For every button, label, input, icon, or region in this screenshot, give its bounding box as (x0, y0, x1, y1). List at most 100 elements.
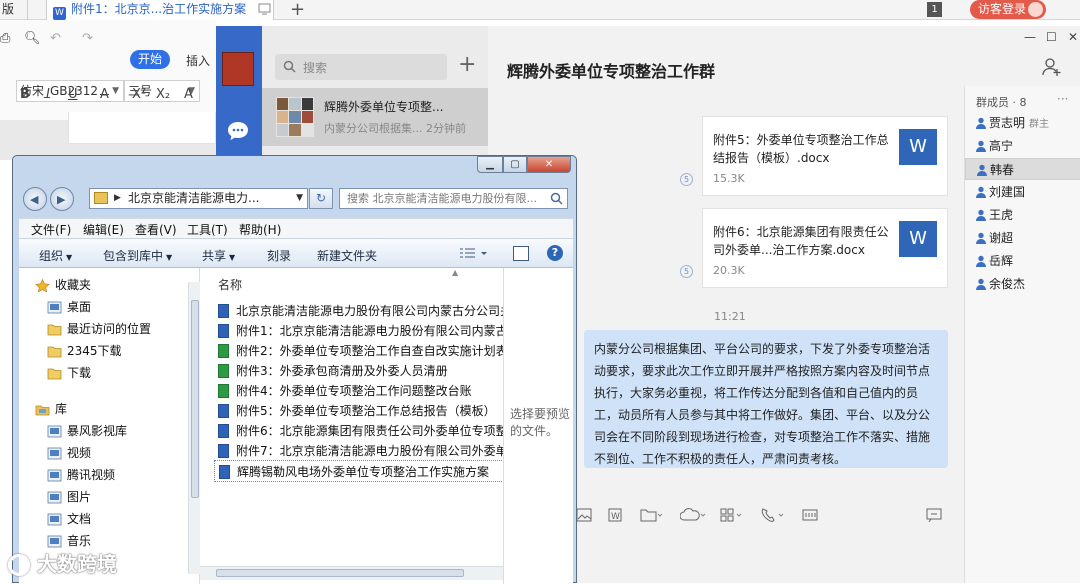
add-chat-plus-icon[interactable]: + (458, 54, 476, 76)
print-icon[interactable]: ⎙ (0, 31, 10, 46)
menu-tools[interactable]: 工具(T) (187, 221, 228, 238)
superscript-icon[interactable]: X² (132, 87, 146, 102)
subscript-icon[interactable]: X₂ (156, 87, 170, 102)
nav-item[interactable]: 桌面 (19, 296, 189, 318)
apps-grid-icon[interactable] (720, 508, 744, 526)
member-item[interactable]: 韩春 (965, 158, 1080, 180)
menu-file[interactable]: 文件(F) (31, 221, 71, 238)
nav-item[interactable]: 最近访问的位置 (19, 318, 189, 340)
file-row[interactable]: 附件6：北京能源集团有限责任公司外委单位专项整治... (214, 420, 506, 442)
minimize-icon[interactable]: ▁ (477, 156, 503, 173)
text-effect-icon[interactable]: A (184, 87, 193, 102)
new-tab-plus-icon[interactable]: + (290, 0, 305, 20)
file-row[interactable]: 附件1：北京京能清洁能源电力股份有限公司内蒙古分... (214, 320, 506, 342)
wps-tab-document[interactable]: W 附件1：北京京...治工作实施方案 (46, 0, 274, 20)
back-button[interactable]: ◀ (23, 187, 47, 211)
word-doc-icon[interactable]: W (608, 508, 622, 526)
refresh-icon[interactable]: ↻ (309, 188, 333, 209)
burn-button[interactable]: 刻录 (267, 247, 291, 264)
user-avatar[interactable] (222, 52, 254, 86)
address-bar[interactable]: ▶ 北京京能清洁能源电力... ▼ (89, 188, 308, 209)
nav-item[interactable]: 2345下载 (19, 340, 189, 362)
member-item[interactable]: 高宁 (965, 135, 1080, 157)
cloud-icon[interactable] (680, 508, 706, 526)
file-message-card[interactable]: 附件6：北京能源集团有限责任公司外委单...治工作方案.docx 20.3K W (702, 208, 948, 288)
nav-item[interactable]: 视频 (19, 442, 189, 464)
nav-group[interactable]: 收藏夹 (19, 274, 189, 296)
file-row[interactable]: 附件5：外委单位专项整治工作总结报告（模板） (214, 400, 506, 422)
print-preview-icon[interactable]: 🔍︎ (24, 31, 41, 46)
underline-icon[interactable]: U (68, 87, 78, 102)
nav-label: 暴风影视库 (67, 424, 128, 438)
image-icon[interactable] (576, 508, 592, 526)
tab-close-icon[interactable] (258, 2, 272, 18)
column-header-name[interactable]: 名称 (218, 276, 242, 293)
view-options-icon[interactable] (459, 247, 487, 261)
maximize-icon[interactable]: ☐ (1046, 30, 1057, 44)
share-button[interactable]: 共享 ▼ (202, 247, 235, 264)
screenshot-icon[interactable] (802, 508, 818, 526)
organize-button[interactable]: 组织 ▼ (39, 247, 72, 264)
nav-group[interactable]: 库 (19, 398, 189, 420)
menu-edit[interactable]: 编辑(E) (83, 221, 124, 238)
nav-item[interactable]: 暴风影视库 (19, 420, 189, 442)
add-member-icon[interactable] (1042, 57, 1062, 77)
close-icon[interactable]: ✕ (1068, 30, 1078, 44)
nav-label: 收藏夹 (55, 278, 92, 292)
nav-item[interactable]: 腾讯视频 (19, 464, 189, 486)
library-icon (35, 403, 50, 416)
include-in-library-button[interactable]: 包含到库中 ▼ (103, 247, 172, 264)
undo-icon[interactable]: ↶ (50, 31, 61, 46)
more-options-icon[interactable]: ··· (1057, 92, 1068, 106)
bold-icon[interactable]: B (20, 87, 30, 102)
back-arrow-icon: ◀ (30, 193, 39, 206)
navigation-scrollbar[interactable] (188, 282, 200, 574)
close-icon[interactable]: ✕ (527, 156, 571, 173)
file-row[interactable]: 北京京能清洁能源电力股份有限公司内蒙古分公司关于... (214, 300, 506, 322)
horizontal-scrollbar[interactable] (200, 566, 503, 580)
scrollbar-thumb[interactable] (191, 300, 199, 498)
nav-item[interactable]: 下载 (19, 362, 189, 384)
nav-item[interactable]: 文档 (19, 508, 189, 530)
nav-item[interactable]: 图片 (19, 486, 189, 508)
minimize-icon[interactable]: — (1024, 30, 1036, 44)
member-item[interactable]: 岳辉 (965, 250, 1080, 272)
guest-login-button[interactable]: 访客登录 (970, 0, 1046, 19)
text-message[interactable]: 内蒙分公司根据集团、平台公司的要求，下发了外委专项整治活动要求，要求此次工作立即… (584, 330, 948, 468)
member-item[interactable]: 谢超 (965, 227, 1080, 249)
file-row[interactable]: 辉腾锡勒风电场外委单位专项整治工作实施方案 (214, 460, 506, 482)
conversation-item[interactable]: 辉腾外委单位专项整... 内蒙分公司根据集... 2分钟前 (262, 88, 488, 146)
folder-icon[interactable] (640, 508, 662, 526)
scrollbar-thumb[interactable] (216, 569, 464, 577)
chat-search-input[interactable]: 搜索 (275, 54, 447, 80)
wps-tab-previous[interactable]: 版 (0, 0, 28, 20)
member-item[interactable]: 贾志明 群主 (965, 112, 1080, 134)
help-icon[interactable]: ? (547, 245, 563, 261)
new-folder-button[interactable]: 新建文件夹 (317, 247, 377, 264)
logo-ring-icon (8, 554, 30, 576)
file-row[interactable]: 附件4：外委单位专项整治工作问题整改台账 (214, 380, 506, 402)
chevron-down-icon[interactable]: ▼ (296, 189, 303, 208)
redo-icon[interactable]: ↷ (82, 31, 93, 46)
menu-view[interactable]: 查看(V) (135, 221, 177, 238)
file-row[interactable]: 附件2：外委单位专项整治工作自查自改实施计划表 (214, 340, 506, 362)
italic-icon[interactable]: I (46, 87, 50, 102)
strikethrough-icon[interactable]: A (100, 87, 109, 102)
tab-insert[interactable]: 插入 (186, 52, 210, 69)
file-row[interactable]: 附件3：外委承包商清册及外委人员清册 (214, 360, 506, 382)
phone-icon[interactable] (760, 508, 786, 526)
history-icon[interactable] (926, 508, 942, 526)
maximize-icon[interactable]: ▢ (503, 156, 527, 173)
preview-pane-icon[interactable] (513, 246, 529, 261)
member-item[interactable]: 王虎 (965, 204, 1080, 226)
tab-start[interactable]: 开始 (130, 50, 170, 69)
member-item[interactable]: 刘建国 (965, 181, 1080, 203)
member-item[interactable]: 余俊杰 (965, 273, 1080, 295)
explorer-search-input[interactable]: 搜索 北京京能清洁能源电力股份有限... (339, 188, 568, 209)
person-icon (975, 186, 987, 198)
menu-help[interactable]: 帮助(H) (239, 221, 281, 238)
chat-bubble-icon[interactable] (226, 120, 250, 142)
forward-button[interactable]: ▶ (50, 187, 74, 211)
file-row[interactable]: 附件7：北京京能清洁能源电力股份有限公司外委单位... (214, 440, 506, 462)
file-message-card[interactable]: 附件5：外委单位专项整治工作总结报告（模板）.docx 15.3K W (702, 116, 948, 196)
